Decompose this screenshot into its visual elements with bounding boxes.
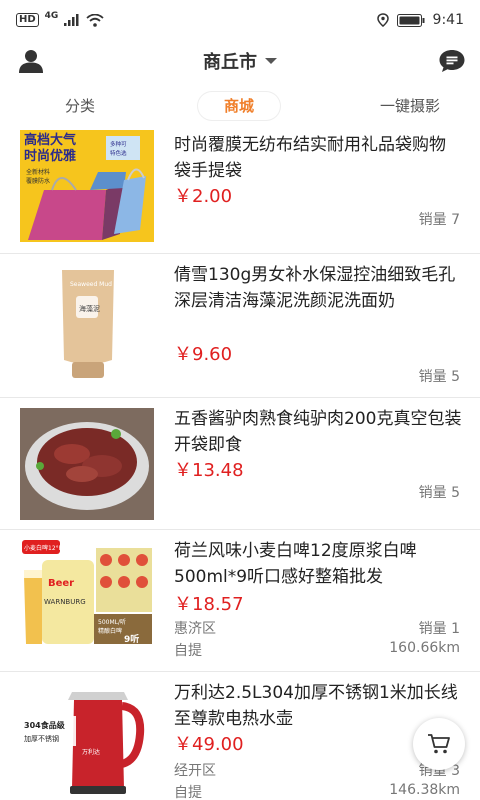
product-price: ￥9.60 [174, 344, 233, 365]
gift-bags-image: 高档大气 时尚优雅 全新材料 覆膜防水 多种可 特色选 [20, 130, 154, 242]
city-name: 商丘市 [203, 52, 257, 73]
image-text-6: 9听 [124, 633, 139, 645]
product-title: 倩雪130g男女补水保湿控油细致毛孔深层清洁海藻泥洗颜泥洗面奶 [174, 265, 456, 311]
product-title: 五香酱驴肉熟食纯驴肉200克真空包装开袋即食 [174, 409, 462, 455]
product-title: 荷兰风味小麦白啤12度原浆白啤500ml*9听口感好整箱批发 [174, 541, 417, 587]
image-text-4: 覆膜防水 [26, 177, 50, 185]
product-image: 高档大气 时尚优雅 全新材料 覆膜防水 多种可 特色选 [20, 130, 154, 242]
product-region: 经开区 [174, 763, 216, 779]
status-bar: HD 4G 9:41 [0, 0, 480, 40]
product-image: 万利达 304食品级 加厚不锈钢 [20, 684, 154, 796]
product-title: 时尚覆膜无纺布结实耐用礼品袋购物袋手提袋 [174, 135, 446, 181]
image-text-2: 加厚不锈钢 [24, 734, 59, 743]
image-text-3: 全新材料 [26, 168, 50, 176]
product-image: 小麦白啤12°P Beer WARNBURG 500ML/听 精酿白啤 9听 [20, 538, 154, 650]
product-sales: 销量 7 [418, 212, 460, 228]
tab-one-click-photo[interactable]: 一键摄影 [350, 92, 470, 120]
image-text-1: 高档大气 [24, 132, 76, 148]
wifi-icon [86, 13, 104, 27]
product-list: 高档大气 时尚优雅 全新材料 覆膜防水 多种可 特色选 时尚覆膜无纺布结实耐用礼… [0, 124, 480, 800]
image-text-6: 特色选 [110, 149, 127, 157]
product-item[interactable]: 万利达 304食品级 加厚不锈钢 万利达2.5L304加厚不锈钢1米加长线至尊款… [0, 672, 480, 800]
category-tabs: 分类 商城 一键摄影 [0, 88, 480, 124]
product-price: ￥13.48 [174, 460, 244, 481]
image-text-3: WARNBURG [44, 598, 86, 606]
product-distance: 146.38km [389, 782, 460, 798]
product-price: ￥49.00 [174, 734, 244, 755]
product-image: Seaweed Mud 海藻泥 [20, 268, 154, 380]
product-distance: 160.66km [389, 640, 460, 656]
donkey-meat-image [20, 408, 154, 520]
image-text-2: 时尚优雅 [24, 148, 76, 164]
product-item[interactable]: 小麦白啤12°P Beer WARNBURG 500ML/听 精酿白啤 9听 荷… [0, 530, 480, 672]
hd-indicator: HD [16, 13, 39, 27]
shopping-cart-icon [428, 734, 450, 754]
image-text-1: Seaweed Mud [70, 281, 112, 288]
image-text-3: 万利达 [82, 748, 100, 756]
image-text-1: 304食品级 [24, 720, 66, 730]
tab-mall[interactable]: 商城 [198, 92, 280, 120]
product-price: ￥2.00 [174, 186, 233, 207]
network-type: 4G [44, 11, 59, 21]
cart-button[interactable] [413, 718, 465, 770]
product-pickup: 自提 [174, 643, 202, 659]
product-sales: 销量 1 [418, 621, 460, 637]
image-text-2: 海藻泥 [79, 304, 100, 313]
top-navigation: 商丘市 [0, 40, 480, 82]
facial-cleanser-image: Seaweed Mud 海藻泥 [20, 268, 154, 380]
image-text-4: 500ML/听 [98, 618, 126, 626]
city-selector[interactable]: 商丘市 [0, 48, 480, 74]
clock: 9:41 [432, 12, 464, 28]
location-icon [376, 13, 389, 27]
image-text-5: 精酿白啤 [98, 627, 122, 635]
product-price: ￥18.57 [174, 594, 244, 615]
chevron-down-icon [265, 58, 277, 64]
product-region: 惠济区 [174, 621, 216, 637]
wheat-beer-image: 小麦白啤12°P Beer WARNBURG 500ML/听 精酿白啤 9听 [20, 538, 154, 650]
signal-icon [64, 14, 79, 26]
product-pickup: 自提 [174, 785, 202, 800]
product-sales: 销量 5 [418, 485, 460, 501]
product-item[interactable]: 五香酱驴肉熟食纯驴肉200克真空包装开袋即食 ￥13.48 销量 5 [0, 398, 480, 530]
product-item[interactable]: Seaweed Mud 海藻泥 倩雪130g男女补水保湿控油细致毛孔深层清洁海藻… [0, 254, 480, 398]
electric-kettle-image: 万利达 304食品级 加厚不锈钢 [20, 684, 154, 796]
image-text-2: Beer [48, 578, 74, 589]
image-text-1: 小麦白啤12°P [24, 544, 63, 552]
image-text-5: 多种可 [110, 140, 127, 148]
tab-category[interactable]: 分类 [40, 92, 120, 120]
product-item[interactable]: 高档大气 时尚优雅 全新材料 覆膜防水 多种可 特色选 时尚覆膜无纺布结实耐用礼… [0, 124, 480, 254]
product-image [20, 408, 154, 520]
product-title: 万利达2.5L304加厚不锈钢1米加长线至尊款电热水壶 [174, 683, 458, 729]
message-icon[interactable] [438, 48, 466, 74]
battery-icon [396, 13, 425, 27]
product-sales: 销量 5 [418, 369, 460, 385]
